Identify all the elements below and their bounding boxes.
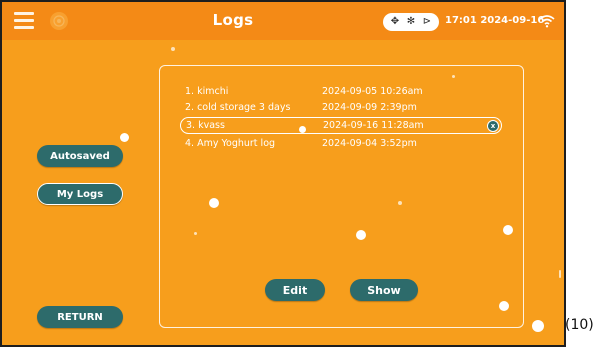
bubble-decoration <box>398 201 402 205</box>
show-button[interactable]: Show <box>350 279 418 301</box>
mode-status-pill[interactable]: ✥ ✻ ⊳ <box>383 13 439 31</box>
wifi-icon[interactable] <box>539 14 555 28</box>
logs-panel: 1. kimchi 2024-09-05 10:26am 2. cold sto… <box>159 65 524 328</box>
log-row-3-selected[interactable]: 3. kvass 2024-09-16 11:28am x <box>180 117 502 134</box>
log-name: 4. Amy Yoghurt log <box>185 138 276 149</box>
log-date: 2024-09-05 10:26am <box>322 86 423 97</box>
log-name: 2. cold storage 3 days <box>185 102 291 113</box>
bubble-decoration <box>503 225 513 235</box>
log-name: 3. kvass <box>186 120 225 131</box>
my-logs-button[interactable]: My Logs <box>37 183 123 205</box>
bubble-decoration <box>499 301 509 311</box>
return-button[interactable]: RETURN <box>37 306 123 328</box>
top-bar: Logs ✥ ✻ ⊳ 17:01 2024-09-16 <box>2 2 564 40</box>
bubble-decoration <box>209 198 219 208</box>
log-row-2[interactable]: 2. cold storage 3 days 2024-09-09 2:39pm <box>180 99 502 116</box>
bubble-decoration <box>120 133 129 142</box>
play-icon: ⊳ <box>422 16 432 27</box>
bubble-decoration <box>532 320 544 332</box>
delete-log-icon[interactable]: x <box>487 120 499 132</box>
log-name: 1. kimchi <box>185 86 229 97</box>
log-row-4[interactable]: 4. Amy Yoghurt log 2024-09-04 3:52pm <box>180 135 502 152</box>
clock-text: 17:01 2024-09-16 <box>445 15 545 26</box>
edit-button[interactable]: Edit <box>265 279 325 301</box>
log-date: 2024-09-16 11:28am <box>323 120 424 131</box>
fan-icon: ✥ <box>390 16 400 27</box>
log-row-1[interactable]: 1. kimchi 2024-09-05 10:26am <box>180 83 502 100</box>
log-date: 2024-09-09 2:39pm <box>322 102 417 113</box>
page-number: (10) <box>565 317 594 333</box>
bubble-decoration <box>559 270 561 278</box>
bubble-decoration <box>452 75 455 78</box>
autosaved-button[interactable]: Autosaved <box>37 145 123 167</box>
log-date: 2024-09-04 3:52pm <box>322 138 417 149</box>
bubble-decoration <box>171 47 175 51</box>
bubble-decoration <box>194 232 197 235</box>
device-screen: Logs ✥ ✻ ⊳ 17:01 2024-09-16 Autosaved My… <box>0 0 566 347</box>
snowflake-icon: ✻ <box>406 16 416 27</box>
bubble-decoration <box>356 230 366 240</box>
bubble-decoration <box>299 126 306 133</box>
